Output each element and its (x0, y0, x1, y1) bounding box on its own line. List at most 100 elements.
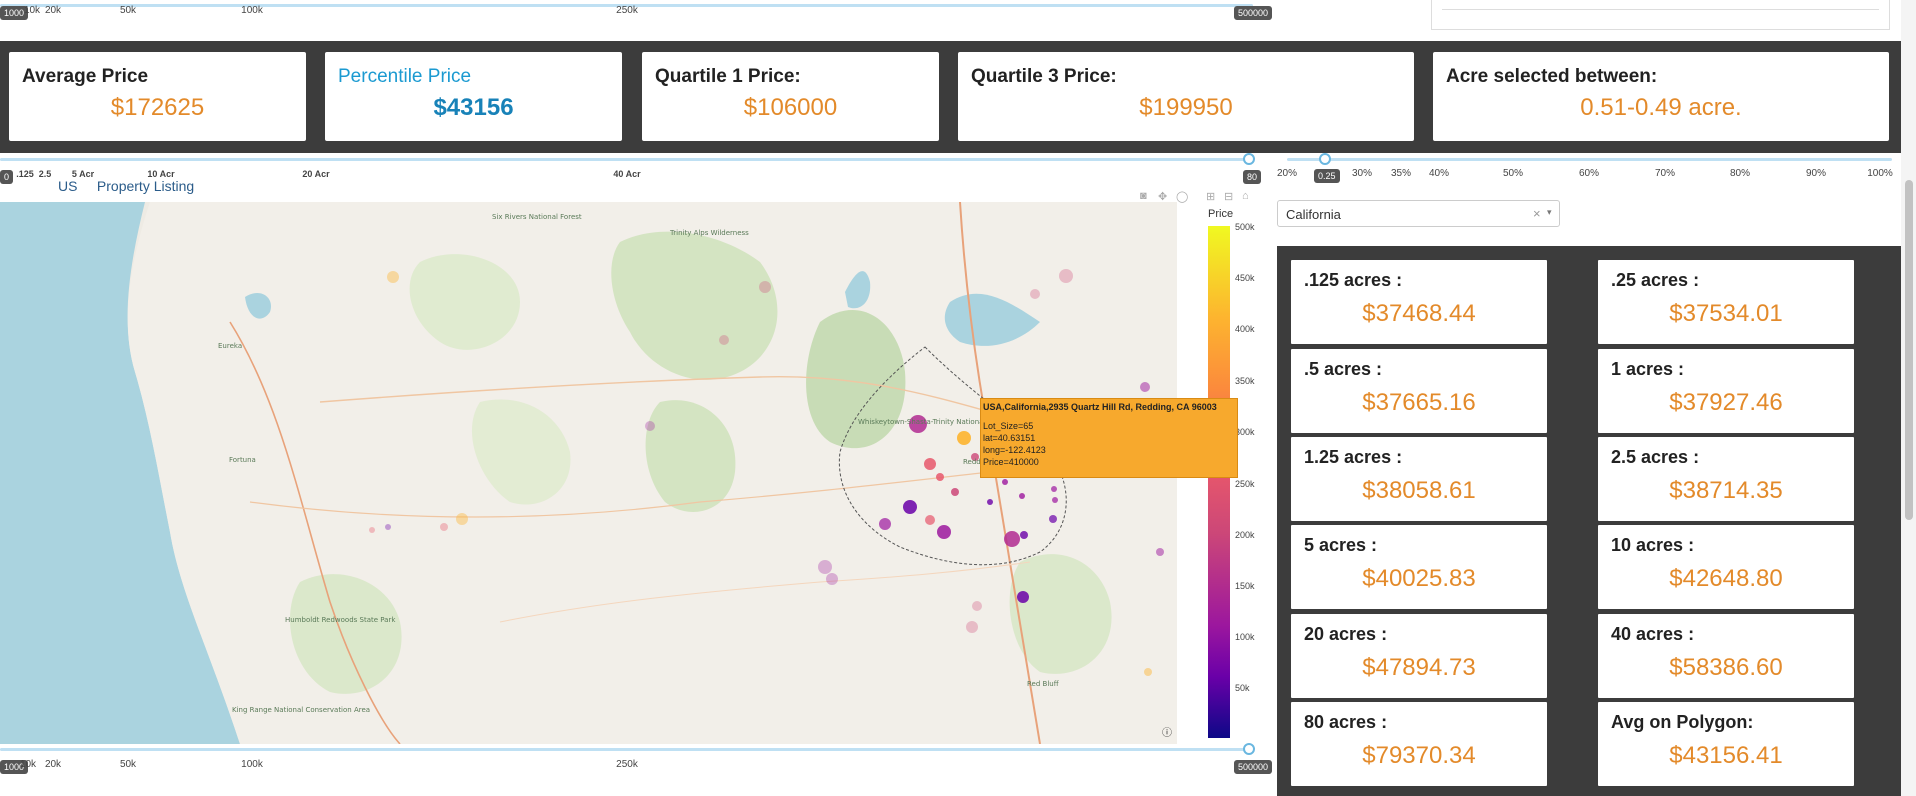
stat-card-quartile3: Quartile 3 Price: $199950 (958, 52, 1414, 141)
price-point[interactable] (1030, 289, 1040, 299)
price-point[interactable] (1020, 531, 1028, 539)
acre-value: $58386.60 (1669, 654, 1783, 681)
acre-card: 10 acres : $42648.80 (1598, 525, 1854, 609)
tooltip-header: USA,California,2935 Quartz Hill Rd, Redd… (983, 402, 1217, 412)
price-point[interactable] (369, 527, 375, 533)
info-icon[interactable]: ⓘ (1162, 727, 1172, 739)
acre-card: 1.25 acres : $38058.61 (1291, 437, 1547, 521)
tick-label: 250k (616, 759, 638, 770)
price-point[interactable] (951, 488, 959, 496)
price-point[interactable] (879, 518, 891, 530)
acre-value: $37534.01 (1669, 300, 1783, 327)
acre-card: .5 acres : $37665.16 (1291, 349, 1547, 433)
price-point[interactable] (1049, 515, 1057, 523)
tick-label: 250k (616, 5, 638, 16)
stat-value: 0.51-0.49 acre. (1580, 94, 1742, 121)
percent-slider-rail[interactable] (1287, 158, 1892, 161)
state-select[interactable]: California × ▾ (1277, 200, 1560, 227)
price-point[interactable] (759, 281, 771, 293)
price-point[interactable] (1052, 497, 1058, 503)
price-point[interactable] (387, 271, 399, 283)
divider (1442, 9, 1879, 10)
price-point[interactable] (440, 523, 448, 531)
price-colorbar (1208, 226, 1230, 738)
map-place-label: Trinity Alps Wilderness (669, 229, 749, 237)
acre-slider-max: 80 (1243, 170, 1262, 184)
price-point[interactable] (1059, 269, 1073, 283)
acre-value: $79370.34 (1362, 742, 1476, 769)
acre-label: 80 acres : (1304, 712, 1388, 732)
map-title: US Property Listing (58, 178, 194, 194)
stat-title: Quartile 1 Price: (655, 66, 801, 87)
price-point[interactable] (924, 458, 936, 470)
acre-value: $38714.35 (1669, 477, 1783, 504)
price-point[interactable] (818, 560, 832, 574)
lasso-icon[interactable]: ◯ (1176, 190, 1188, 203)
price-point[interactable] (966, 621, 978, 633)
colorbar-tick: 400k (1235, 324, 1255, 334)
price-point[interactable] (957, 431, 971, 445)
acre-value: $37927.46 (1669, 389, 1783, 416)
tick-label: 50k (119, 759, 137, 770)
price-point[interactable] (936, 473, 944, 481)
tick-label: 100k (241, 759, 263, 770)
price-point[interactable] (826, 573, 838, 585)
price-point[interactable] (925, 515, 935, 525)
clear-icon[interactable]: × (1533, 206, 1541, 221)
stat-title: Acre selected between: (1446, 66, 1658, 87)
map-place-label: Fortuna (229, 456, 256, 464)
colorbar-tick: 100k (1235, 632, 1255, 642)
acre-value: $47894.73 (1362, 654, 1476, 681)
acre-value: $40025.83 (1362, 565, 1476, 592)
scrollbar-thumb[interactable] (1905, 180, 1913, 520)
price-point[interactable] (719, 335, 729, 345)
price-point[interactable] (1017, 591, 1029, 603)
price-point[interactable] (645, 421, 655, 431)
price-point[interactable] (1140, 382, 1150, 392)
map-place-label: Red Bluff (1027, 680, 1059, 688)
acre-label: 10 acres : (1611, 535, 1695, 555)
percent-slider-handle[interactable] (1319, 153, 1331, 165)
acre-value: $38058.61 (1362, 477, 1476, 504)
acre-card: 5 acres : $40025.83 (1291, 525, 1547, 609)
tick-label: 20 Acr (302, 169, 330, 179)
price-point[interactable] (937, 525, 951, 539)
acre-label: 1 acres : (1611, 359, 1685, 379)
tick-label: 20k (44, 759, 62, 770)
chevron-down-icon[interactable]: ▾ (1547, 207, 1552, 218)
acre-card: Avg on Polygon: $43156.41 (1598, 702, 1854, 786)
home-icon[interactable]: ⌂ (1242, 190, 1249, 202)
price-point[interactable] (456, 513, 468, 525)
price-point[interactable] (1002, 479, 1008, 485)
price-point[interactable] (1004, 531, 1020, 547)
price-slider-bottom-rail[interactable] (0, 748, 1253, 751)
acre-label: 5 acres : (1304, 535, 1378, 555)
colorbar-tick: 150k (1235, 581, 1255, 591)
zoom-in-icon[interactable]: ⊞ (1206, 190, 1215, 203)
acre-card: 1 acres : $37927.46 (1598, 349, 1854, 433)
price-point[interactable] (1051, 486, 1057, 492)
camera-icon[interactable]: ◙ (1140, 190, 1147, 202)
price-point[interactable] (987, 499, 993, 505)
price-point[interactable] (385, 524, 391, 530)
price-point[interactable] (903, 500, 917, 514)
zoom-out-icon[interactable]: ⊟ (1224, 190, 1233, 203)
map-title-text: Property Listing (96, 178, 195, 194)
acre-slider-handle-max[interactable] (1243, 153, 1255, 165)
acre-card: .125 acres : $37468.44 (1291, 260, 1547, 344)
tick-label: 10k (23, 5, 41, 16)
tick-label: 50% (1502, 168, 1524, 179)
tick-label: 90% (1805, 168, 1827, 179)
pan-icon[interactable]: ✥ (1158, 190, 1167, 203)
acre-value: $42648.80 (1669, 565, 1783, 592)
price-point[interactable] (1144, 668, 1152, 676)
acre-slider-rail[interactable] (0, 158, 1253, 161)
tooltip-line: Price=410000 (983, 457, 1039, 467)
price-point[interactable] (1019, 493, 1025, 499)
colorbar-tick: 500k (1235, 222, 1255, 232)
price-point[interactable] (1156, 548, 1164, 556)
acre-value: $37665.16 (1362, 389, 1476, 416)
tick-label: .125 (16, 169, 34, 179)
price-point[interactable] (972, 601, 982, 611)
price-slider-bottom-handle-max[interactable] (1243, 743, 1255, 755)
